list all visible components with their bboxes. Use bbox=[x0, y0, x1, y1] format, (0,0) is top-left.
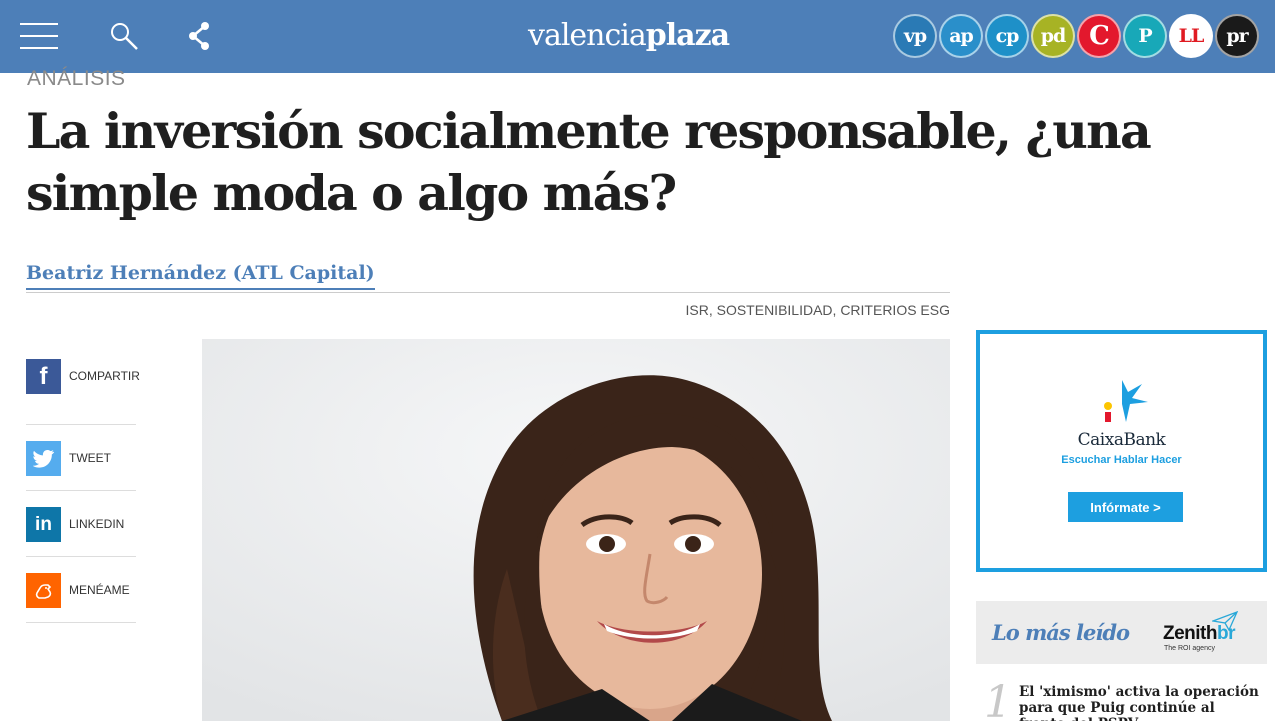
meneame-icon bbox=[26, 573, 61, 608]
twitter-icon bbox=[26, 441, 61, 476]
share-linkedin-button[interactable]: in LINKEDIN bbox=[26, 491, 136, 557]
article-author-link[interactable]: Beatriz Hernández (ATL Capital) bbox=[26, 262, 375, 290]
publication-link-pd[interactable]: pd bbox=[1031, 14, 1075, 58]
share-meneame-button[interactable]: MENÉAME bbox=[26, 557, 136, 623]
search-icon[interactable] bbox=[108, 20, 140, 52]
hamburger-menu-icon[interactable] bbox=[20, 22, 58, 50]
share-label: MENÉAME bbox=[69, 583, 130, 597]
share-label: TWEET bbox=[69, 451, 111, 465]
publication-link-vp[interactable]: vp bbox=[893, 14, 937, 58]
caixabank-star-logo bbox=[1104, 380, 1148, 422]
brand-bold: plaza bbox=[645, 18, 730, 53]
ad-cta-button[interactable]: Infórmate > bbox=[1068, 492, 1183, 522]
article-headline: La inversión socialmente responsable, ¿u… bbox=[26, 102, 1152, 222]
article-section-label: ANÁLISIS bbox=[27, 67, 126, 90]
caixabank-ad[interactable]: CaixaBank Escuchar Hablar Hacer Infórmat… bbox=[976, 330, 1267, 572]
publication-link-c[interactable]: C bbox=[1077, 14, 1121, 58]
publication-link-ap[interactable]: ap bbox=[939, 14, 983, 58]
most-read-rank: 1 bbox=[984, 677, 1012, 721]
share-label: LINKEDIN bbox=[69, 517, 125, 531]
share-twitter-button[interactable]: TWEET bbox=[26, 425, 136, 491]
top-navigation-bar: valenciaplaza vp ap cp pd C P LL pr bbox=[0, 0, 1275, 73]
share-facebook-button[interactable]: f COMPARTIR bbox=[26, 359, 140, 425]
most-read-title: Lo más leído bbox=[992, 620, 1130, 645]
share-icon[interactable] bbox=[184, 20, 216, 52]
site-logo[interactable]: valenciaplaza bbox=[528, 14, 730, 58]
publication-link-ll[interactable]: LL bbox=[1169, 14, 1213, 58]
share-label: COMPARTIR bbox=[69, 369, 140, 383]
linkedin-icon: in bbox=[26, 507, 61, 542]
most-read-header: Lo más leído Zenithbr The ROI agency bbox=[976, 601, 1267, 664]
header-divider bbox=[26, 292, 950, 293]
ad-slogan: Escuchar Hablar Hacer bbox=[1061, 454, 1182, 466]
author-portrait-image bbox=[202, 339, 950, 721]
sponsor-tagline: The ROI agency bbox=[1164, 645, 1215, 652]
most-read-item-link[interactable]: El 'ximismo' activa la operación para qu… bbox=[1019, 684, 1265, 721]
sponsor-logo: Zenithbr bbox=[1163, 623, 1236, 645]
facebook-icon: f bbox=[26, 359, 61, 394]
publication-link-cp[interactable]: cp bbox=[985, 14, 1029, 58]
publication-links: vp ap cp pd C P LL pr bbox=[893, 14, 1259, 58]
ad-brand-name: CaixaBank bbox=[1077, 430, 1166, 450]
article-photo bbox=[202, 339, 950, 721]
brand-light: valencia bbox=[528, 18, 647, 53]
share-buttons: f COMPARTIR TWEET in LINKEDIN MENÉAME bbox=[26, 359, 140, 623]
publication-link-p[interactable]: P bbox=[1123, 14, 1167, 58]
sponsor-accent: br bbox=[1217, 623, 1236, 644]
publication-link-pr[interactable]: pr bbox=[1215, 14, 1259, 58]
sponsor-main: Zenith bbox=[1163, 623, 1218, 644]
article-tags[interactable]: ISR, SOSTENIBILIDAD, CRITERIOS ESG bbox=[686, 302, 951, 318]
